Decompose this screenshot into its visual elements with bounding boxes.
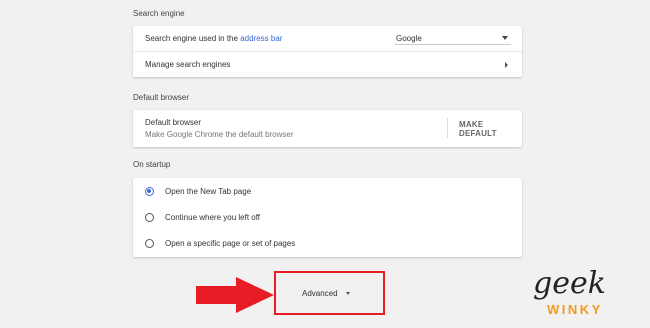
default-browser-card: Default browser Make Google Chrome the d… <box>133 110 522 147</box>
dropdown-arrow-icon <box>502 36 508 40</box>
red-arrow-annotation-icon <box>196 277 274 313</box>
geekwinky-logo: geek WINKY <box>533 266 606 317</box>
search-engine-row: Search engine used in the address bar Go… <box>133 26 522 51</box>
section-title-on-startup: On startup <box>133 160 171 169</box>
section-title-search-engine: Search engine <box>133 9 185 18</box>
default-browser-label: Default browser <box>145 118 202 127</box>
startup-option-label: Open the New Tab page <box>165 186 252 196</box>
search-engine-card: Search engine used in the address bar Go… <box>133 26 522 77</box>
on-startup-card: Open the New Tab page Continue where you… <box>133 178 522 257</box>
default-browser-sublabel: Make Google Chrome the default browser <box>145 130 294 139</box>
startup-option-continue[interactable]: Continue where you left off <box>133 204 522 230</box>
radio-unselected-icon[interactable] <box>145 212 154 222</box>
logo-bottom-text: WINKY <box>547 302 603 317</box>
section-title-default-browser: Default browser <box>133 93 190 102</box>
vertical-divider <box>447 118 448 138</box>
startup-option-specific-pages[interactable]: Open a specific page or set of pages <box>133 230 522 257</box>
search-engine-label-prefix: Search engine used in the <box>145 34 241 43</box>
startup-option-label: Open a specific page or set of pages <box>165 239 296 248</box>
address-bar-link[interactable]: address bar <box>240 34 282 43</box>
chevron-down-icon[interactable] <box>346 292 350 295</box>
default-browser-text: Default browser Make Google Chrome the d… <box>145 118 294 139</box>
make-default-button[interactable]: MAKE DEFAULT <box>459 120 522 138</box>
search-engine-label: Search engine used in the address bar <box>145 34 282 43</box>
startup-option-new-tab[interactable]: Open the New Tab page <box>133 178 522 204</box>
chevron-right-icon <box>505 61 508 68</box>
search-engine-select-value: Google <box>396 33 422 43</box>
advanced-button[interactable]: Advanced <box>302 289 338 298</box>
startup-option-label: Continue where you left off <box>165 212 261 222</box>
logo-top-text: geek <box>533 266 606 301</box>
manage-search-engines-label: Manage search engines <box>145 60 231 69</box>
radio-unselected-icon[interactable] <box>145 239 154 248</box>
default-browser-row: Default browser Make Google Chrome the d… <box>133 110 522 147</box>
search-engine-select[interactable]: Google <box>395 32 511 45</box>
radio-selected-icon[interactable] <box>145 186 154 196</box>
manage-search-engines-row[interactable]: Manage search engines <box>133 51 522 77</box>
